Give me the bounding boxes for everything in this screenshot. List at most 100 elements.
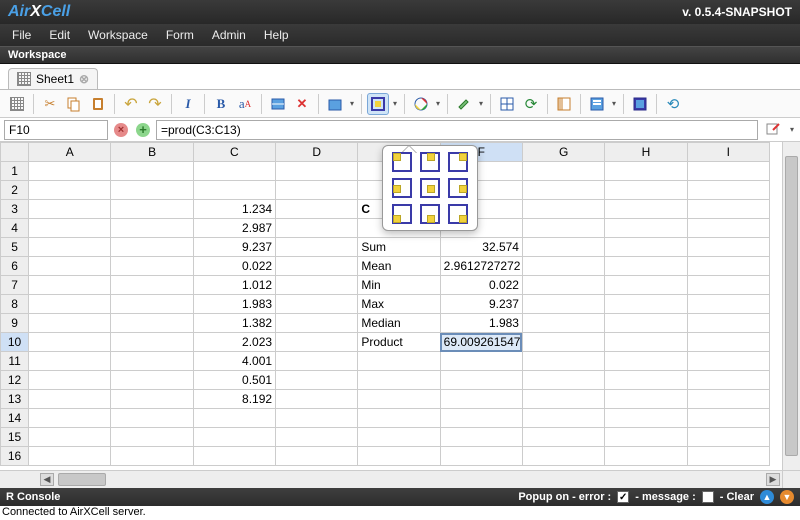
cell-E10[interactable]: Product [358,333,440,352]
select-all-button[interactable] [629,93,651,115]
cell-G15[interactable] [522,428,604,447]
grid-button[interactable] [496,93,518,115]
row-header-2[interactable]: 2 [1,181,29,200]
delete-row-button[interactable] [267,93,289,115]
tab-sheet1[interactable]: Sheet1 ⊗ [8,68,98,89]
cell-C1[interactable] [193,162,275,181]
cell-I11[interactable] [687,352,769,371]
tab-close-icon[interactable]: ⊗ [79,72,89,86]
cell-E11[interactable] [358,352,440,371]
border-left[interactable] [392,178,412,198]
cell-F6[interactable]: 2.9612727272 [440,257,522,276]
col-header-H[interactable]: H [605,143,687,162]
cell-I1[interactable] [687,162,769,181]
cell-D7[interactable] [276,276,358,295]
brush-button[interactable] [453,93,475,115]
cell-B11[interactable] [111,352,193,371]
row-header-4[interactable]: 4 [1,219,29,238]
cut-button[interactable]: ✂ [39,93,61,115]
cell-I4[interactable] [687,219,769,238]
cell-A15[interactable] [29,428,111,447]
col-header-B[interactable]: B [111,143,193,162]
menu-workspace[interactable]: Workspace [80,25,156,45]
cell-E12[interactable] [358,371,440,390]
cell-C2[interactable] [193,181,275,200]
cell-B16[interactable] [111,447,193,466]
copy-button[interactable] [63,93,85,115]
row-header-8[interactable]: 8 [1,295,29,314]
cell-D8[interactable] [276,295,358,314]
cell-G2[interactable] [522,181,604,200]
col-header-C[interactable]: C [193,143,275,162]
cell-C5[interactable]: 9.237 [193,238,275,257]
new-sheet-button[interactable] [6,93,28,115]
border-bottom-left[interactable] [392,204,412,224]
cell-B3[interactable] [111,200,193,219]
cell-C12[interactable]: 0.501 [193,371,275,390]
border-bottom[interactable] [420,204,440,224]
cell-F13[interactable] [440,390,522,409]
col-header-A[interactable]: A [29,143,111,162]
scroll-up-button[interactable]: ▲ [760,490,774,504]
cell-I14[interactable] [687,409,769,428]
cell-I2[interactable] [687,181,769,200]
brush-dropdown[interactable]: ▾ [477,99,485,108]
paste-button[interactable] [87,93,109,115]
cell-C9[interactable]: 1.382 [193,314,275,333]
cell-G5[interactable] [522,238,604,257]
clear-label[interactable]: - Clear [720,491,754,503]
cell-H13[interactable] [605,390,687,409]
border-center[interactable] [420,178,440,198]
cell-D4[interactable] [276,219,358,238]
cell-D10[interactable] [276,333,358,352]
cell-B9[interactable] [111,314,193,333]
cell-H8[interactable] [605,295,687,314]
cell-D5[interactable] [276,238,358,257]
cell-A9[interactable] [29,314,111,333]
cell-F14[interactable] [440,409,522,428]
sort-dropdown[interactable]: ▾ [610,99,618,108]
cell-I10[interactable] [687,333,769,352]
cell-B10[interactable] [111,333,193,352]
cell-A6[interactable] [29,257,111,276]
row-header-11[interactable]: 11 [1,352,29,371]
cell-G11[interactable] [522,352,604,371]
cell-E5[interactable]: Sum [358,238,440,257]
cell-A2[interactable] [29,181,111,200]
cell-A7[interactable] [29,276,111,295]
cell-C16[interactable] [193,447,275,466]
cell-I12[interactable] [687,371,769,390]
formula-edit-button[interactable] [762,119,784,141]
cell-H2[interactable] [605,181,687,200]
cell-H7[interactable] [605,276,687,295]
cell-H14[interactable] [605,409,687,428]
menu-help[interactable]: Help [256,25,297,45]
cell-B8[interactable] [111,295,193,314]
redo-button[interactable]: ↷ [144,93,166,115]
scroll-down-button[interactable]: ▼ [780,490,794,504]
cell-G1[interactable] [522,162,604,181]
row-header-16[interactable]: 16 [1,447,29,466]
cell-E8[interactable]: Max [358,295,440,314]
col-header-D[interactable]: D [276,143,358,162]
border-button[interactable] [367,93,389,115]
menu-form[interactable]: Form [158,25,202,45]
cell-I3[interactable] [687,200,769,219]
link-button[interactable]: ⟲ [662,93,684,115]
cell-I9[interactable] [687,314,769,333]
message-checkbox[interactable] [702,491,714,503]
cell-A16[interactable] [29,447,111,466]
cell-E14[interactable] [358,409,440,428]
bold-button[interactable]: B [210,93,232,115]
cell-F7[interactable]: 0.022 [440,276,522,295]
undo-button[interactable]: ↶ [120,93,142,115]
cell-C3[interactable]: 1.234 [193,200,275,219]
border-top[interactable] [420,152,440,172]
cell-G16[interactable] [522,447,604,466]
cell-A14[interactable] [29,409,111,428]
cell-D16[interactable] [276,447,358,466]
cell-F9[interactable]: 1.983 [440,314,522,333]
cell-G14[interactable] [522,409,604,428]
cell-A8[interactable] [29,295,111,314]
fill-dropdown[interactable]: ▾ [348,99,356,108]
